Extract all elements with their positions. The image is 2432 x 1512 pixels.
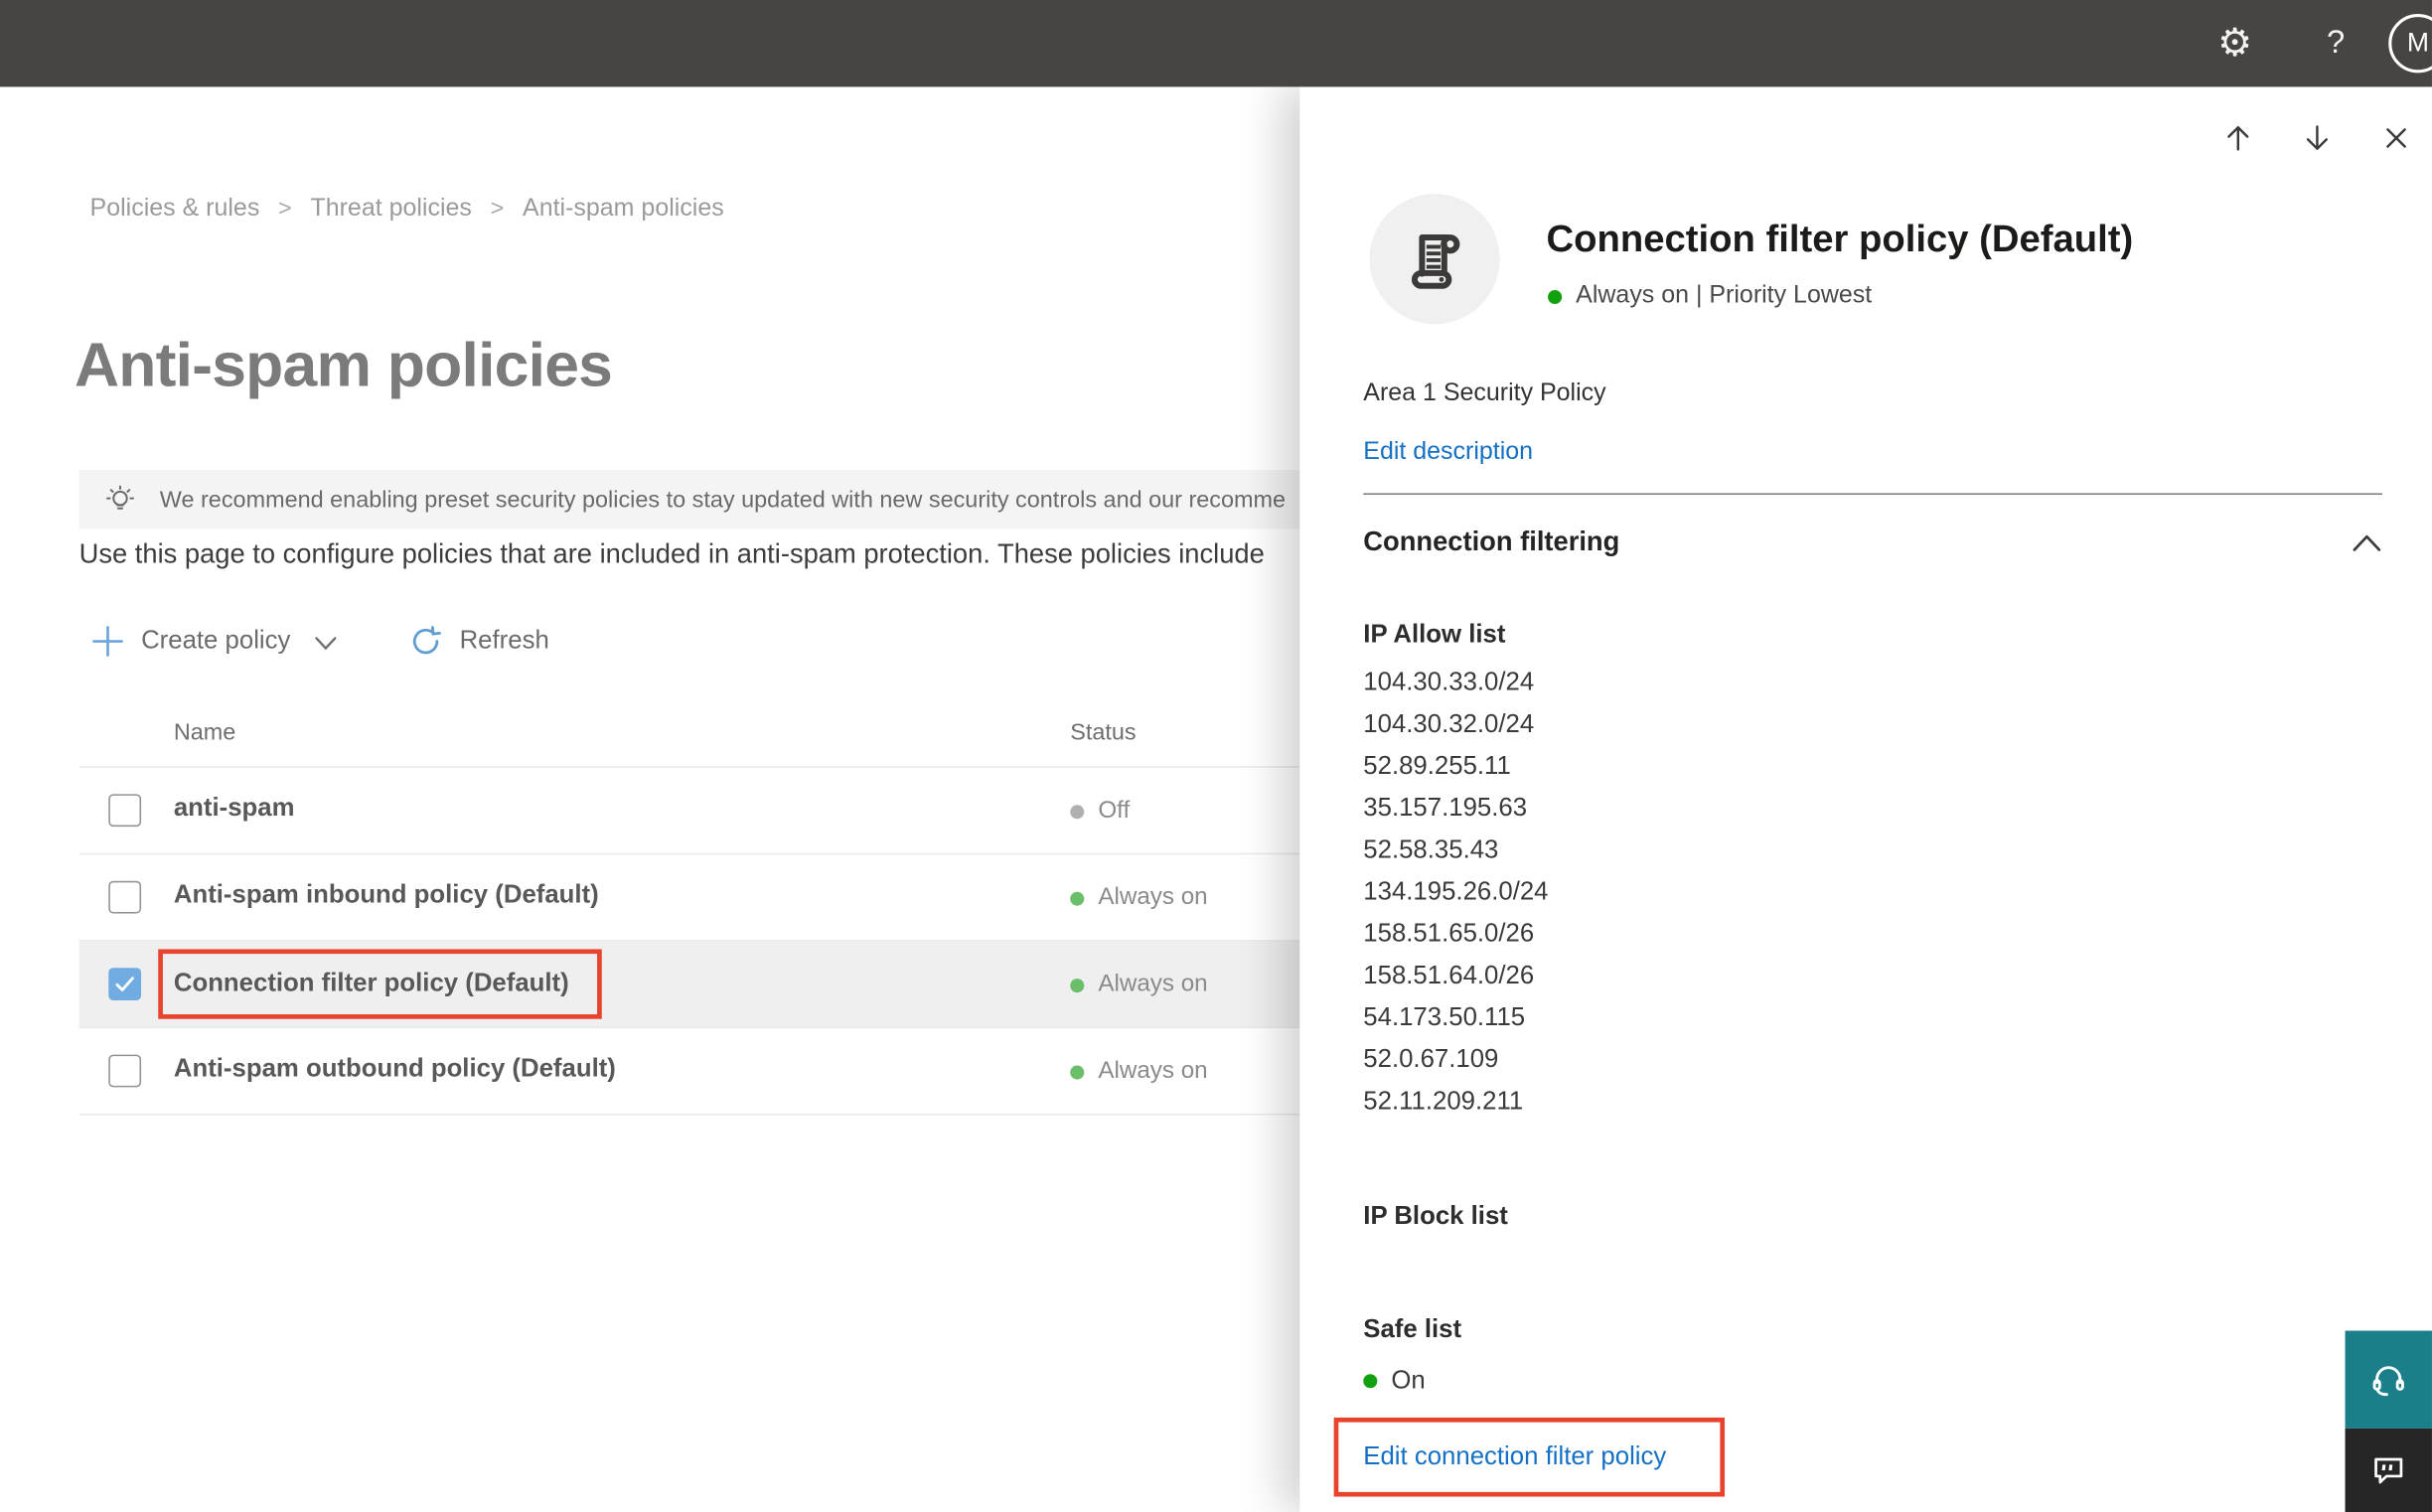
chevron-down-icon	[314, 635, 339, 654]
row-checkbox[interactable]	[108, 1054, 142, 1088]
edit-connection-filter-policy-link[interactable]: Edit connection filter policy	[1363, 1442, 1666, 1472]
policy-name[interactable]: anti-spam	[174, 794, 295, 824]
refresh-button[interactable]: Refresh	[410, 624, 549, 657]
status-badge: Off	[1070, 797, 1130, 825]
ip-entry: 52.11.209.211	[1363, 1087, 1524, 1116]
table-header: Name Status	[78, 705, 1300, 768]
panel-title: Connection filter policy (Default)	[1546, 219, 2134, 261]
row-checkbox[interactable]	[108, 880, 142, 914]
ip-entry: 52.89.255.11	[1363, 752, 1511, 781]
toolbar: Create policy Refresh	[91, 614, 549, 667]
main-content: Policies & rules > Threat policies > Ant…	[0, 86, 1300, 1512]
policy-name[interactable]: Anti-spam inbound policy (Default)	[174, 881, 599, 911]
panel-status-text: Always on | Priority Lowest	[1576, 282, 1873, 309]
ip-block-list-label: IP Block list	[1363, 1201, 1508, 1231]
safe-list-label: Safe list	[1363, 1314, 1462, 1343]
settings-gear-icon[interactable]: ⚙	[2208, 20, 2261, 70]
edit-description-link[interactable]: Edit description	[1363, 439, 1533, 467]
status-dot-icon	[1070, 804, 1085, 819]
status-dot-icon	[1548, 289, 1563, 304]
annotation-box: Connection filter policy (Default)	[158, 949, 602, 1019]
page-title: Anti-spam policies	[74, 332, 613, 400]
ip-entry: 35.157.195.63	[1363, 794, 1528, 823]
policy-icon-circle	[1369, 194, 1500, 325]
details-flyout-panel: Connection filter policy (Default) Alway…	[1299, 86, 2432, 1512]
breadcrumb: Policies & rules > Threat policies > Ant…	[90, 196, 724, 224]
table-row-inbound-policy[interactable]: Anti-spam inbound policy (Default) Alway…	[78, 854, 1300, 942]
breadcrumb-policies-rules[interactable]: Policies & rules	[90, 196, 260, 224]
refresh-icon	[410, 624, 443, 657]
policy-description: Area 1 Security Policy	[1363, 379, 1606, 407]
plus-icon	[91, 624, 124, 657]
column-header-status: Status	[1070, 719, 1137, 746]
safe-list-status: On	[1363, 1366, 1426, 1396]
column-header-name: Name	[173, 719, 236, 746]
top-bar: ⚙ ? M	[0, 0, 2432, 87]
chat-icon	[2368, 1450, 2409, 1491]
scroll-icon	[1399, 224, 1470, 295]
feedback-button[interactable]	[2345, 1428, 2432, 1512]
lightbulb-icon	[104, 483, 137, 516]
section-title-connection-filtering: Connection filtering	[1363, 526, 1620, 557]
ip-entry: 54.173.50.115	[1363, 1003, 1526, 1032]
status-dot-icon	[1070, 890, 1085, 905]
status-label: Always on	[1098, 1057, 1208, 1085]
policy-name[interactable]: Connection filter policy (Default)	[174, 970, 569, 999]
table-row-anti-spam[interactable]: anti-spam Off	[78, 768, 1300, 855]
refresh-label: Refresh	[459, 625, 549, 655]
status-badge: Always on	[1070, 1057, 1208, 1086]
page-description: Use this page to configure policies that…	[78, 537, 1265, 569]
row-checkbox[interactable]	[108, 794, 142, 828]
recommendation-banner: We recommend enabling preset security po…	[78, 470, 1300, 529]
ip-allow-list-label: IP Allow list	[1363, 620, 1506, 649]
annotation-box: Edit connection filter policy	[1333, 1417, 1726, 1497]
table-row-outbound-policy[interactable]: Anti-spam outbound policy (Default) Alwa…	[78, 1028, 1300, 1116]
headset-icon	[2366, 1358, 2410, 1402]
help-icon[interactable]: ?	[2314, 22, 2357, 66]
create-policy-label: Create policy	[141, 625, 291, 655]
banner-text: We recommend enabling preset security po…	[159, 486, 1287, 513]
safe-list-status-label: On	[1391, 1366, 1426, 1395]
ip-entry: 104.30.32.0/24	[1363, 710, 1535, 739]
table-row-connection-filter-policy[interactable]: Connection filter policy (Default) Alway…	[78, 941, 1300, 1029]
ip-entry: 52.0.67.109	[1363, 1045, 1499, 1074]
next-item-arrow-down-icon[interactable]	[2300, 121, 2334, 155]
previous-item-arrow-up-icon[interactable]	[2221, 121, 2255, 155]
breadcrumb-separator-icon: >	[490, 195, 505, 223]
status-badge: Always on	[1070, 971, 1208, 998]
close-icon[interactable]	[2379, 121, 2413, 155]
divider	[1363, 493, 2383, 496]
status-label: Always on	[1098, 883, 1208, 911]
ip-entry: 52.58.35.43	[1363, 835, 1499, 864]
status-dot-icon	[1070, 978, 1085, 992]
row-checkbox-checked[interactable]	[108, 968, 142, 1000]
breadcrumb-separator-icon: >	[278, 195, 292, 223]
status-badge: Always on	[1070, 883, 1208, 912]
ip-entry: 158.51.64.0/26	[1363, 961, 1535, 990]
chevron-up-icon[interactable]	[2350, 528, 2383, 561]
ip-entry: 134.195.26.0/24	[1363, 877, 1549, 906]
ip-entry: 104.30.33.0/24	[1363, 668, 1535, 696]
app-window: ⚙ ? M Policies & rules > Threat policies…	[0, 0, 2432, 1512]
status-dot-icon	[1070, 1064, 1085, 1079]
policy-table: Name Status anti-spam Off Anti-spam inbo…	[78, 705, 1300, 1116]
account-avatar[interactable]: M	[2388, 14, 2432, 74]
status-dot-icon	[1363, 1374, 1378, 1389]
policy-name[interactable]: Anti-spam outbound policy (Default)	[174, 1055, 616, 1085]
breadcrumb-anti-spam-policies[interactable]: Anti-spam policies	[523, 196, 724, 224]
create-policy-button[interactable]: Create policy	[91, 624, 339, 657]
support-button[interactable]	[2345, 1330, 2432, 1429]
status-label: Off	[1098, 797, 1131, 824]
ip-allow-list: 104.30.33.0/24 104.30.32.0/24 52.89.255.…	[1363, 663, 1548, 1124]
breadcrumb-threat-policies[interactable]: Threat policies	[310, 196, 471, 224]
ip-entry: 158.51.65.0/26	[1363, 919, 1535, 948]
panel-nav	[2221, 121, 2414, 155]
panel-status-line: Always on | Priority Lowest	[1548, 282, 1872, 310]
status-label: Always on	[1098, 971, 1208, 997]
